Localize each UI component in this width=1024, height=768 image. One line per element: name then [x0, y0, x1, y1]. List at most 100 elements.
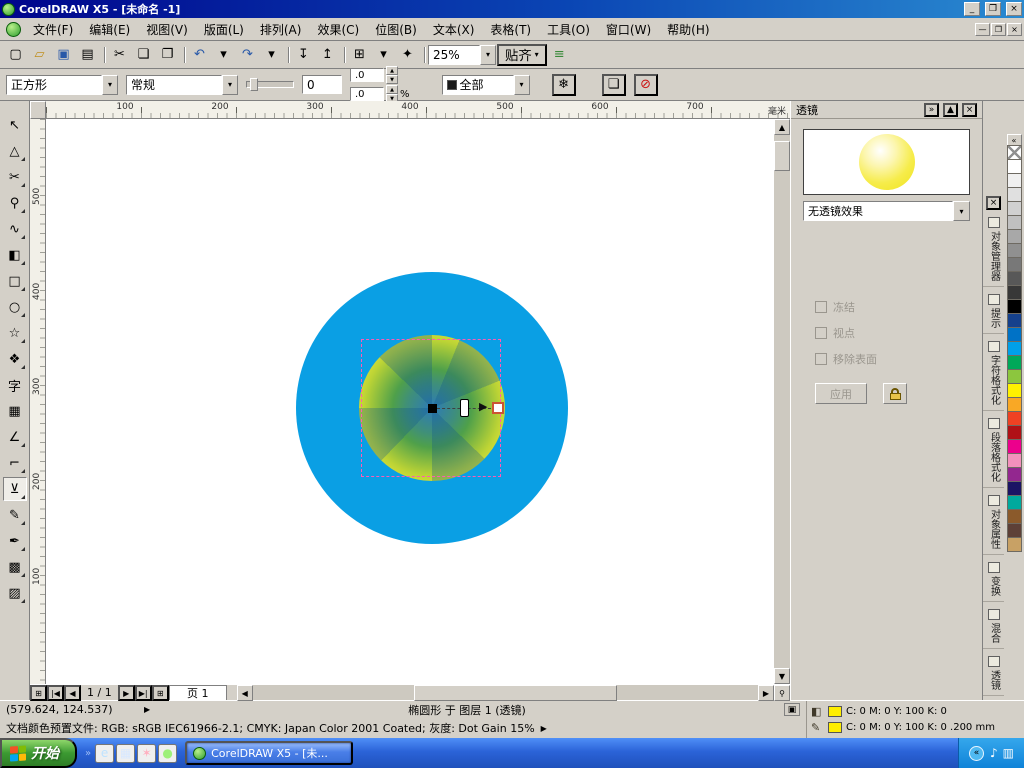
toolbar-button-paste[interactable]: ❐: [156, 44, 179, 66]
palette-swatch[interactable]: [1007, 145, 1022, 160]
tool-smart-fill[interactable]: ◧: [3, 243, 27, 267]
docker-close-icon[interactable]: ×: [962, 103, 977, 117]
checkbox-frozen[interactable]: 冻结: [815, 299, 982, 315]
toolbar-button-new[interactable]: ▢: [4, 44, 27, 66]
horizontal-scroll-thumb[interactable]: [414, 685, 616, 701]
tool-fill[interactable]: ▩: [3, 555, 27, 579]
palette-swatch[interactable]: [1007, 411, 1022, 426]
docker-collapse-icon[interactable]: ▲: [943, 103, 958, 117]
checkbox-box[interactable]: [815, 301, 827, 313]
transparency-operation-value[interactable]: 常规: [126, 75, 222, 95]
lock-button[interactable]: [883, 383, 907, 404]
ruler-origin-button[interactable]: [30, 101, 46, 119]
zoom-dropdown-arrow-icon[interactable]: ▾: [480, 45, 496, 65]
transparency-type-value[interactable]: 正方形: [6, 75, 102, 95]
palette-swatch[interactable]: [1007, 341, 1022, 356]
toolbar-button-app-launcher-list[interactable]: ▾: [372, 44, 395, 66]
transparency-operation-arrow-icon[interactable]: ▾: [222, 75, 238, 95]
tool-pick[interactable]: ↖: [3, 113, 27, 137]
toolbar-button-export[interactable]: ↥: [316, 44, 339, 66]
options-button[interactable]: ≡: [548, 44, 571, 66]
tool-outline-pen[interactable]: ✒: [3, 529, 27, 553]
start-button[interactable]: 开始: [0, 738, 77, 768]
tool-text[interactable]: 字: [3, 373, 27, 397]
palette-swatch[interactable]: [1007, 453, 1022, 468]
last-page-button[interactable]: ▶|: [135, 685, 152, 701]
tool-eyedropper[interactable]: ✎: [3, 503, 27, 527]
first-page-button[interactable]: |◀: [47, 685, 64, 701]
profile-expander-icon[interactable]: ▶: [541, 724, 547, 733]
vertical-scroll-track[interactable]: [774, 135, 790, 668]
transparency-midpoint-handle[interactable]: [460, 399, 469, 417]
toolbar-button-undo[interactable]: ↶: [188, 44, 211, 66]
palette-swatch[interactable]: [1007, 299, 1022, 314]
docker-expand-icon[interactable]: »: [924, 103, 939, 117]
apply-button[interactable]: 应用: [815, 383, 867, 404]
palette-swatch[interactable]: [1007, 285, 1022, 300]
toolbar-button-redo-list[interactable]: ▾: [260, 44, 283, 66]
quick-launch-media[interactable]: ✶: [137, 744, 156, 763]
palette-swatch[interactable]: [1007, 229, 1022, 244]
add-page-after-button[interactable]: ⊞: [152, 685, 169, 701]
previous-page-button[interactable]: ◀: [64, 685, 81, 701]
lens-type-value[interactable]: 无透镜效果: [803, 201, 953, 221]
no-transparency-button[interactable]: ⊘: [634, 74, 658, 96]
toolbar-button-copy[interactable]: ❏: [132, 44, 155, 66]
menu-item[interactable]: 效果(C): [309, 19, 367, 40]
gradient-angle-input[interactable]: .0: [350, 68, 384, 82]
tool-basic-shapes[interactable]: ❖: [3, 347, 27, 371]
menu-item[interactable]: 文件(F): [25, 19, 81, 40]
toolbar-button-save[interactable]: ▣: [52, 44, 75, 66]
quick-launch-show-desktop[interactable]: ▦: [116, 744, 135, 763]
palette-swatch[interactable]: [1007, 537, 1022, 552]
vertical-scroll-thumb[interactable]: [774, 141, 790, 171]
menu-item[interactable]: 版面(L): [196, 19, 252, 40]
doc-restore-button[interactable]: ❐: [991, 23, 1006, 36]
palette-swatch[interactable]: [1007, 369, 1022, 384]
transparency-end-handle[interactable]: [492, 402, 504, 414]
quick-launch-coreldraw[interactable]: ●: [158, 744, 177, 763]
transparency-midpoint-slider[interactable]: [246, 81, 294, 88]
page-tab[interactable]: 页 1: [169, 685, 227, 700]
tool-dimension[interactable]: ∠: [3, 425, 27, 449]
tray-network[interactable]: ▥: [1003, 746, 1014, 760]
toolbar-button-cut[interactable]: ✂: [108, 44, 131, 66]
taskbar-task-button[interactable]: CorelDRAW X5 - [未...: [185, 741, 353, 765]
slider-thumb[interactable]: [250, 78, 258, 91]
tool-ellipse[interactable]: ○: [3, 295, 27, 319]
palette-swatch[interactable]: [1007, 523, 1022, 538]
tool-crop[interactable]: ✂: [3, 165, 27, 189]
docker-tab[interactable]: 混合: [983, 606, 1004, 649]
tool-freehand[interactable]: ∿: [3, 217, 27, 241]
palette-swatch[interactable]: [1007, 187, 1022, 202]
transparency-midpoint-input[interactable]: 0: [302, 75, 342, 94]
toolbar-button-welcome-screen[interactable]: ✦: [396, 44, 419, 66]
tool-connector[interactable]: ⌐: [3, 451, 27, 475]
tabstrip-close-icon[interactable]: ×: [986, 196, 1001, 210]
palette-swatch[interactable]: [1007, 271, 1022, 286]
checkbox-box[interactable]: [815, 353, 827, 365]
object-detail-icon[interactable]: ▣: [784, 703, 800, 716]
palette-swatch[interactable]: [1007, 173, 1022, 188]
freeze-transparency-button[interactable]: ❄: [552, 74, 576, 96]
palette-swatch[interactable]: [1007, 397, 1022, 412]
toolbar-button-import[interactable]: ↧: [292, 44, 315, 66]
palette-swatch[interactable]: [1007, 355, 1022, 370]
checkbox-remove-face[interactable]: 移除表面: [815, 351, 982, 367]
docker-tab[interactable]: 对象管理器: [983, 214, 1004, 287]
minimize-button[interactable]: _: [964, 2, 980, 16]
scroll-down-icon[interactable]: ▼: [774, 668, 790, 684]
coreldraw-app-icon[interactable]: [2, 3, 15, 16]
snap-to-dropdown[interactable]: 贴齐 ▾: [497, 44, 547, 66]
vertical-ruler[interactable]: 500 400 300 200 100: [30, 119, 46, 684]
palette-swatch[interactable]: [1007, 467, 1022, 482]
docker-tab[interactable]: 字符格式化: [983, 338, 1004, 411]
tool-polygon[interactable]: ☆: [3, 321, 27, 345]
horizontal-scroll-track[interactable]: [253, 685, 758, 700]
menu-item[interactable]: 视图(V): [138, 19, 196, 40]
add-page-before-button[interactable]: ⊞: [30, 685, 47, 701]
menu-item[interactable]: 编辑(E): [81, 19, 138, 40]
menu-item[interactable]: 文本(X): [425, 19, 483, 40]
vertical-scrollbar[interactable]: ▲ ▼: [774, 119, 790, 684]
toolbar-button-undo-list[interactable]: ▾: [212, 44, 235, 66]
